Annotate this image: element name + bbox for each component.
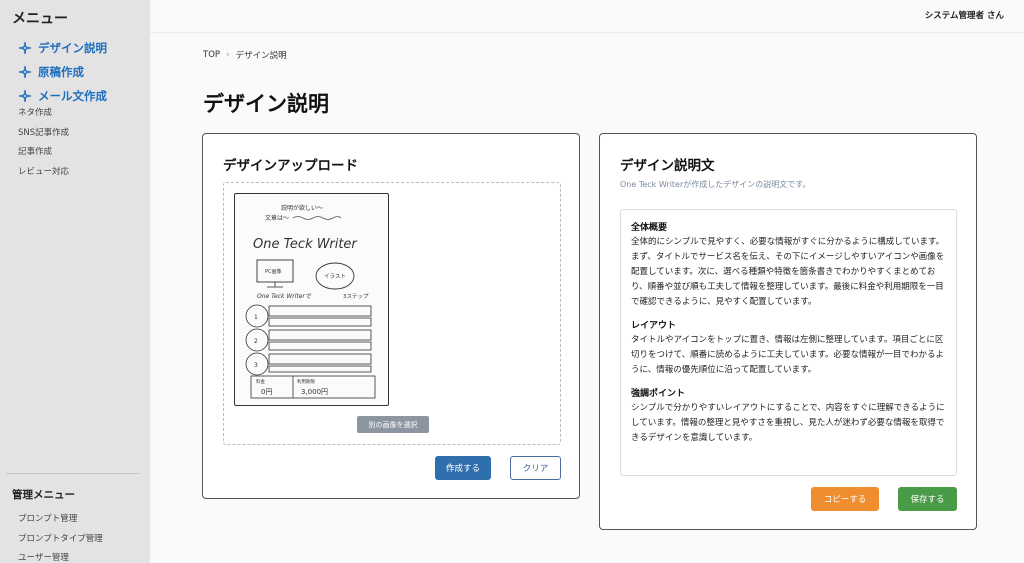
sparkle-icon [18,41,32,55]
sketch-step-3: 3 [254,362,258,369]
description-title: デザイン説明文 [620,158,715,174]
section-heading-emphasis: 強調ポイント [631,389,686,399]
save-button[interactable]: 保存する [898,487,957,511]
admin-menu-title: 管理メニュー [12,489,75,501]
sidebar-item-label: デザイン説明 [38,41,107,55]
sketch-note-1: 説明が欲しい〜 [281,204,323,212]
menu-title: メニュー [12,11,68,27]
sketch-period-label: 利用期限 [297,378,315,385]
breadcrumb-home[interactable]: TOP [203,50,220,60]
sketch-note-2: 文章は〜 [265,214,289,222]
sidebar-item-review[interactable]: レビュー対応 [18,163,69,183]
section-body-overview: 全体的にシンプルで見やすく、必要な情報がすぐに分かるように構成しています。まず、… [631,237,945,307]
section-heading-layout: レイアウト [631,321,677,331]
copy-button[interactable]: コピーする [811,487,879,511]
description-card: デザイン説明文 One Teck Writerが作成したデザインの説明文です。 … [599,133,977,530]
create-button[interactable]: 作成する [435,456,491,480]
pointer-cursor-icon: ☝ [446,462,453,473]
sketch-step-2: 2 [254,338,258,345]
sketch-line: One Teck Writerで [257,293,312,300]
sidebar-item-design-description[interactable]: デザイン説明 [18,36,107,60]
sketch-period: 3,000円 [301,388,328,396]
sidebar-item-idea[interactable]: ネタ作成 [18,104,69,124]
sidebar: メニュー デザイン説明 原稿作成 メール文作成 ネタ作成 SNS記事作成 記事作… [0,0,150,563]
sidebar-item-label: 原稿作成 [38,65,84,79]
primary-nav: デザイン説明 原稿作成 メール文作成 [18,36,107,108]
description-output[interactable]: 全体概要 全体的にシンプルで見やすく、必要な情報がすぐに分かるように構成していま… [620,209,957,476]
secondary-nav: ネタ作成 SNS記事作成 記事作成 レビュー対応 [18,104,69,182]
sidebar-item-manuscript[interactable]: 原稿作成 [18,60,107,84]
sidebar-item-prompt-admin[interactable]: プロンプト管理 [18,510,103,530]
sidebar-item-prompt-type-admin[interactable]: プロンプトタイプ管理 [18,530,103,550]
sparkle-icon [18,89,32,103]
sketch-illust-label: イラスト [324,273,346,280]
sidebar-item-article[interactable]: 記事作成 [18,143,69,163]
breadcrumb: TOP › デザイン説明 [203,49,287,61]
page-title: デザイン説明 [203,92,329,116]
user-name[interactable]: システム管理者 さん [925,9,1004,21]
clear-button[interactable]: クリア [510,456,561,480]
section-heading-overview: 全体概要 [631,223,668,233]
sketch-price-label: 料金 [256,378,265,385]
sidebar-divider [6,473,140,474]
upload-card: デザインアップロード 説明が欲しい〜 文章は〜 One Teck Writer … [202,133,580,499]
admin-nav: プロンプト管理 プロンプトタイプ管理 ユーザー管理 [18,510,103,563]
sparkle-icon [18,65,32,79]
sketch-step-1: 1 [254,314,258,321]
sketch-steps: 3ステップ [343,293,369,300]
sketch-brand: One Teck Writer [253,237,358,252]
upload-dropzone[interactable]: 説明が欲しい〜 文章は〜 One Teck Writer PC画像 イラスト O… [223,182,561,445]
section-body-layout: タイトルやアイコンをトップに置き、情報は左側に整理しています。項目ごとに区切りを… [631,335,944,375]
sidebar-item-sns[interactable]: SNS記事作成 [18,124,69,144]
upload-title: デザインアップロード [223,158,358,174]
sidebar-item-user-admin[interactable]: ユーザー管理 [18,549,103,563]
header-divider [150,32,1024,33]
breadcrumb-current: デザイン説明 [235,51,287,61]
description-subtitle: One Teck Writerが作成したデザインの説明文です。 [620,180,811,189]
sketch-pc-label: PC画像 [265,268,282,275]
chevron-right-icon: › [226,50,230,60]
section-body-emphasis: シンプルで分かりやすいレイアウトにすることで、内容をすぐに理解できるようにしてい… [631,403,945,443]
reselect-image-button[interactable]: 別の画像を選択 [357,416,429,433]
uploaded-sketch-image: 説明が欲しい〜 文章は〜 One Teck Writer PC画像 イラスト O… [234,193,389,406]
sketch-price: 0円 [261,388,272,396]
sidebar-item-label: メール文作成 [38,89,107,103]
